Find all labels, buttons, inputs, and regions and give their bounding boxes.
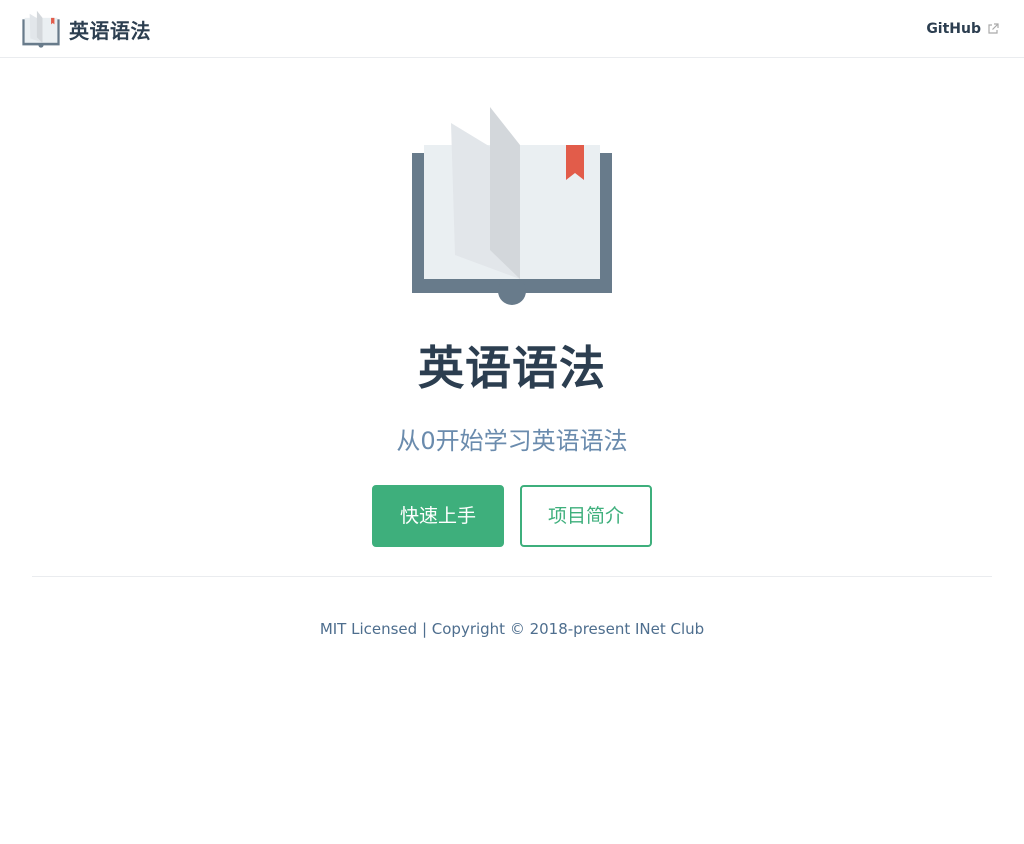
- open-book-icon: [412, 107, 612, 305]
- site-title: 英语语法: [69, 18, 151, 43]
- footer: MIT Licensed | Copyright © 2018-present …: [319, 620, 705, 638]
- nav-link-github[interactable]: GitHub: [926, 20, 999, 38]
- hero-description: 从0开始学习英语语法: [396, 427, 628, 455]
- external-link-icon: [988, 23, 999, 34]
- book-logo-icon: [22, 10, 60, 48]
- project-intro-button[interactable]: 项目简介: [520, 485, 652, 547]
- navbar: 英语语法 GitHub: [0, 0, 1024, 58]
- home-link[interactable]: 英语语法: [22, 10, 151, 48]
- hero-title: 英语语法: [418, 341, 606, 395]
- get-started-button[interactable]: 快速上手: [372, 485, 504, 547]
- nav-link-label: GitHub: [926, 21, 981, 37]
- footer-divider: [32, 576, 992, 577]
